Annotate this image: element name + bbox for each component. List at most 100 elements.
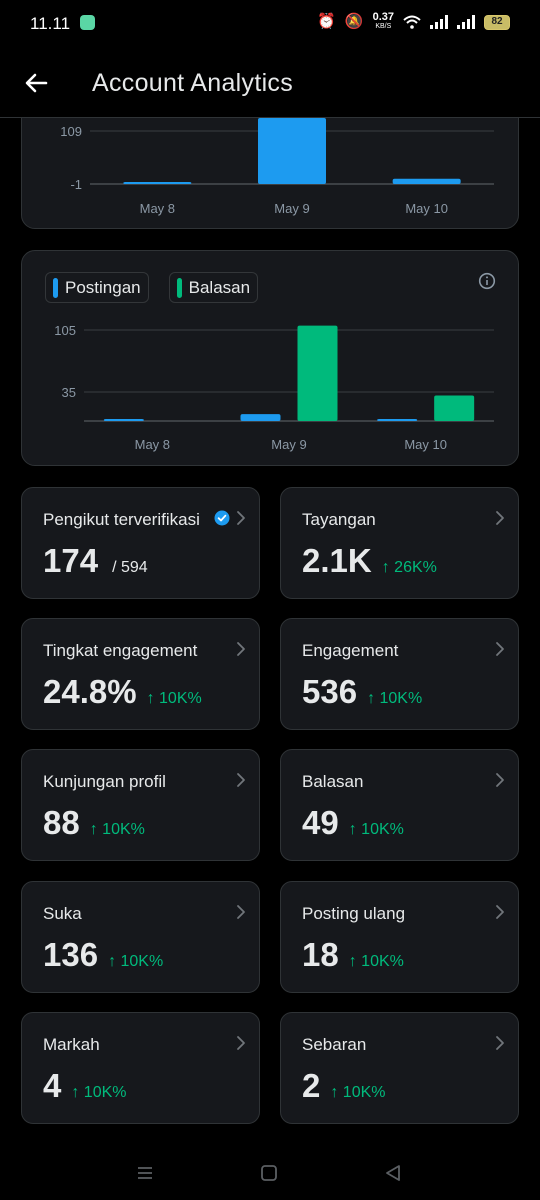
- y-tick-label: 109: [60, 124, 82, 139]
- status-icons: ⏰ 🔕 0.37 KB/S 82: [317, 11, 510, 31]
- y-tick-label: 105: [54, 323, 76, 338]
- metric-label: Engagement: [302, 641, 399, 660]
- metric-value-row: 88 ↑ 10K%: [43, 804, 145, 842]
- metric-value-row: 18 ↑ 10K%: [302, 936, 404, 974]
- metric-change: ↑ 10K%: [330, 1084, 386, 1101]
- bar-postingan-may-10: [377, 419, 418, 421]
- chevron-right-icon: [237, 1036, 245, 1050]
- legend-balasan[interactable]: Balasan: [168, 272, 259, 303]
- x-tick-label: May 8: [135, 437, 170, 452]
- menu-icon[interactable]: [133, 1161, 157, 1185]
- home-square-icon[interactable]: [257, 1161, 281, 1185]
- app-header: Account Analytics: [0, 48, 540, 118]
- metric-value-row: 2.1K ↑ 26K%: [302, 542, 437, 580]
- x-tick-label: May 10: [405, 201, 448, 216]
- verified-badge-icon: [214, 510, 230, 526]
- network-speed: 0.37 KB/S: [372, 11, 394, 31]
- metric-card[interactable]: Balasan 49 ↑ 10K%: [280, 749, 519, 861]
- metric-value: 18: [302, 936, 339, 973]
- metric-value: 2: [302, 1067, 321, 1104]
- chart-card-posts-replies: 105 35 May 8 May 9 May 10 Postingan Balasan: [21, 250, 519, 466]
- metric-value-row: 136 ↑ 10K%: [43, 936, 163, 974]
- bar-series0-may-10: [392, 178, 461, 184]
- metric-card[interactable]: Kunjungan profil 88 ↑ 10K%: [21, 749, 260, 861]
- alarm-icon: ⏰: [317, 13, 336, 30]
- metric-value: 4: [43, 1067, 62, 1104]
- x-tick-label: May 10: [404, 437, 447, 452]
- wifi-icon: [403, 15, 421, 29]
- signal-icon: [430, 15, 448, 29]
- signal-icon-2: [457, 15, 475, 29]
- y-tick-label: -1: [70, 177, 82, 192]
- mute-icon: 🔕: [344, 13, 364, 30]
- chevron-right-icon: [496, 905, 504, 919]
- metric-card[interactable]: Posting ulang 18 ↑ 10K%: [280, 881, 519, 993]
- battery-icon: 82: [484, 14, 510, 30]
- metric-change: ↑ 10K%: [348, 953, 404, 970]
- legend-swatch-blue: [53, 277, 58, 298]
- legend-swatch-green: [176, 277, 182, 298]
- metric-change: ↑ 10K%: [108, 953, 164, 970]
- metric-card[interactable]: Tayangan 2.1K ↑ 26K%: [280, 487, 519, 599]
- metric-change: ↑ 10K%: [71, 1084, 127, 1101]
- metric-value-row: 536 ↑ 10K%: [302, 673, 422, 711]
- metric-value: 536: [302, 673, 358, 710]
- y-tick-label: 35: [62, 385, 76, 400]
- metric-value-row: 49 ↑ 10K%: [302, 804, 404, 842]
- whatsapp-icon: [80, 15, 95, 30]
- page-title: Account Analytics: [92, 69, 294, 97]
- chevron-right-icon: [496, 511, 504, 525]
- chevron-right-icon: [237, 905, 245, 919]
- metric-value-row: 4 ↑ 10K%: [43, 1067, 127, 1105]
- metric-label: Tayangan: [302, 510, 376, 529]
- metric-value: 2.1K: [302, 542, 372, 579]
- metric-value: 136: [43, 936, 99, 973]
- x-tick-label: May 9: [274, 201, 309, 216]
- back-arrow-icon[interactable]: [22, 68, 52, 98]
- metric-value: 49: [302, 804, 339, 841]
- metric-label: Tingkat engagement: [43, 641, 198, 660]
- metric-label: Kunjungan profil: [43, 772, 166, 791]
- metric-value: 174: [43, 542, 99, 579]
- metric-label: Pengikut terverifikasi: [43, 510, 200, 529]
- metric-change: ↑ 10K%: [146, 690, 202, 707]
- metric-card[interactable]: Engagement 536 ↑ 10K%: [280, 618, 519, 730]
- metric-label: Suka: [43, 904, 82, 923]
- chart-legend: Postingan Balasan: [45, 272, 259, 303]
- metric-change: ↑ 26K%: [381, 559, 437, 576]
- metric-card[interactable]: Tingkat engagement 24.8% ↑ 10K%: [21, 618, 260, 730]
- status-time: 11.11: [30, 14, 71, 33]
- metric-card[interactable]: Suka 136 ↑ 10K%: [21, 881, 260, 993]
- info-icon[interactable]: [478, 272, 496, 290]
- bar-series0-may-8: [123, 182, 192, 184]
- bar-postingan-may-8: [103, 419, 144, 421]
- chevron-right-icon: [237, 511, 245, 525]
- metric-value: 88: [43, 804, 80, 841]
- metric-value-row: 174 / 594: [43, 542, 148, 580]
- metric-label: Posting ulang: [302, 904, 406, 923]
- metric-value: 24.8%: [43, 673, 137, 710]
- metric-change: ↑ 10K%: [348, 821, 404, 838]
- metric-label: Sebaran: [302, 1035, 367, 1054]
- legend-label-postingan: Postingan: [65, 277, 141, 297]
- metric-label: Markah: [43, 1035, 100, 1054]
- metric-total: / 594: [112, 559, 148, 576]
- bar-series0-may-9: [258, 117, 326, 184]
- metric-label: Balasan: [302, 772, 364, 791]
- x-tick-label: May 9: [271, 437, 306, 452]
- x-tick-label: May 8: [140, 201, 175, 216]
- metric-card[interactable]: Markah 4 ↑ 10K%: [21, 1012, 260, 1124]
- bar-postingan-may-9: [240, 414, 281, 421]
- status-bar: 11.11 ⏰ 🔕 0.37 KB/S 82: [0, 0, 540, 48]
- metric-change: ↑ 10K%: [89, 821, 145, 838]
- legend-label-balasan: Balasan: [188, 277, 251, 297]
- metric-value-row: 24.8% ↑ 10K%: [43, 673, 202, 711]
- system-nav-bar: [0, 1145, 540, 1200]
- chevron-right-icon: [496, 642, 504, 656]
- metric-card[interactable]: Pengikut terverifikasi 174 / 594: [21, 487, 260, 599]
- metric-value-row: 2 ↑ 10K%: [302, 1067, 386, 1105]
- back-triangle-icon[interactable]: [381, 1161, 405, 1185]
- chevron-right-icon: [496, 773, 504, 787]
- metric-card[interactable]: Sebaran 2 ↑ 10K%: [280, 1012, 519, 1124]
- legend-postingan[interactable]: Postingan: [45, 272, 149, 303]
